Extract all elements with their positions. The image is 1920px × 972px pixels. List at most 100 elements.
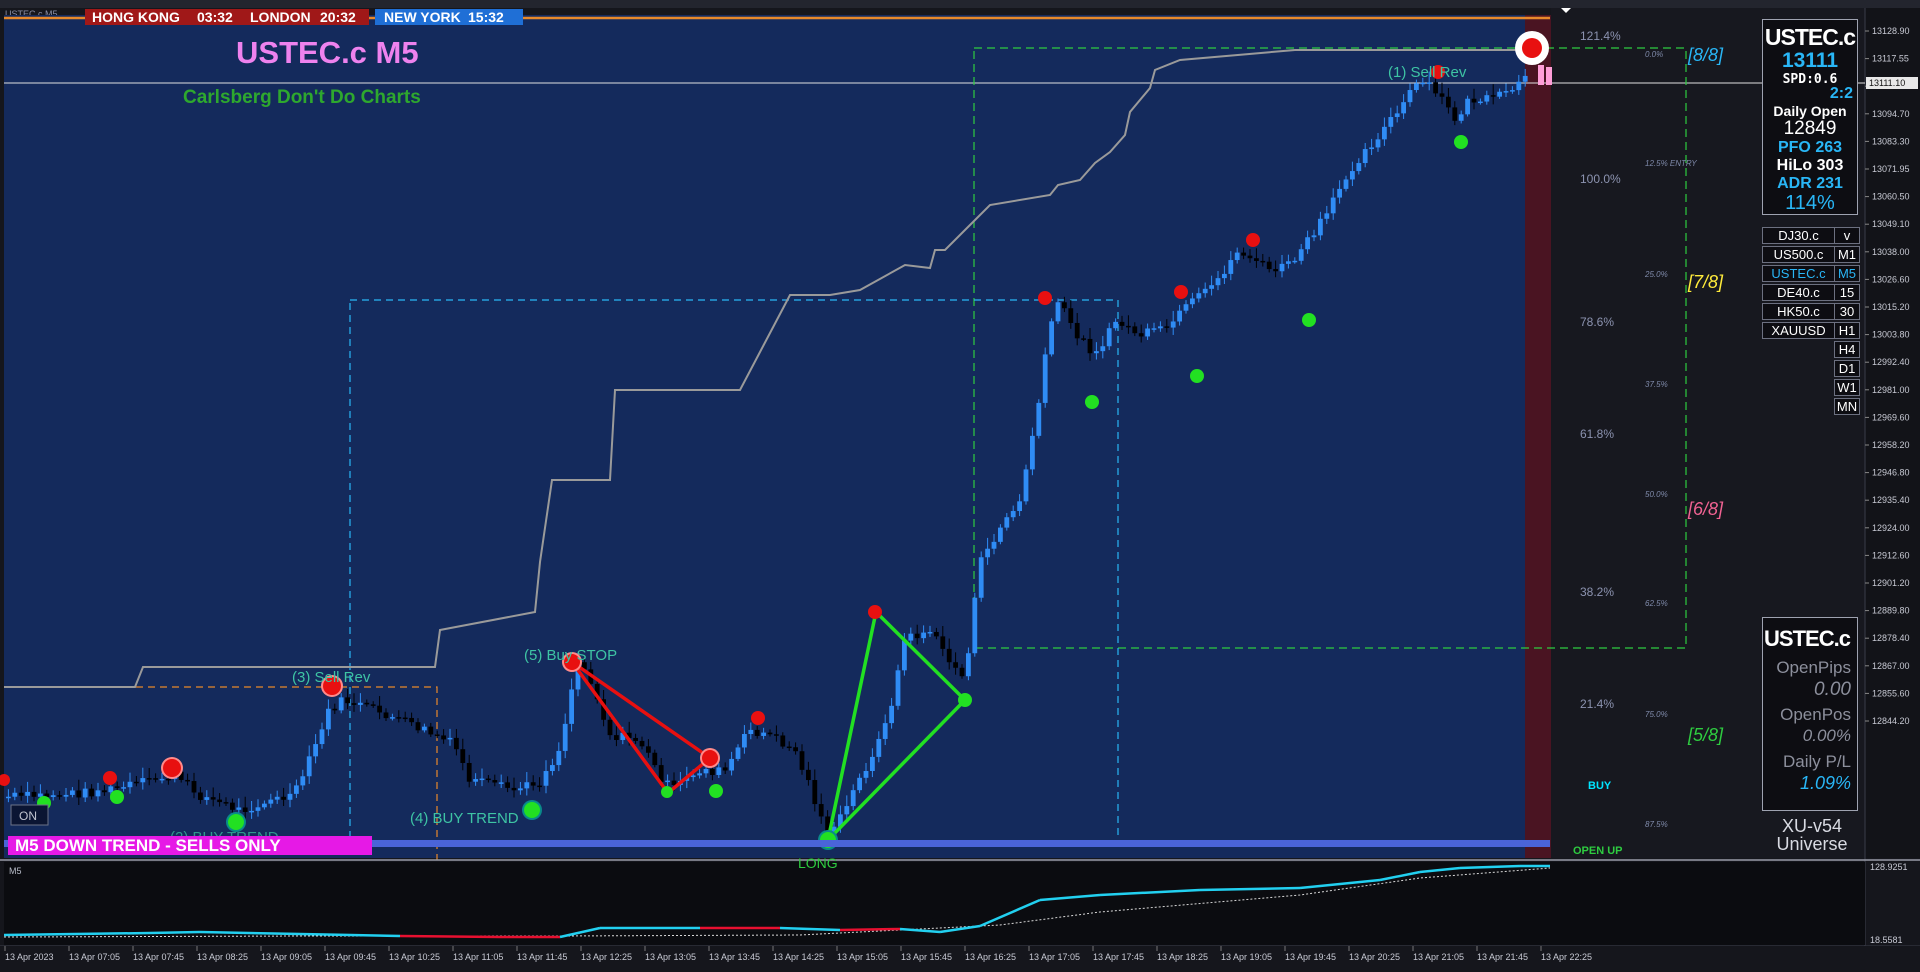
buy-label: BUY [1588,780,1612,792]
price-axis-label: 13026.60 [1872,274,1910,284]
time-axis-label: 13 Apr 14:25 [773,952,824,962]
info-daily-open: 12849 [1783,118,1837,139]
time-axis-label: 13 Apr 19:45 [1285,952,1336,962]
time-axis-label: 13 Apr 09:45 [325,952,376,962]
murrey-6-8: [6/8] [1687,499,1724,519]
timeframe-button-m5[interactable]: M5 [1834,265,1860,282]
time-axis-label: 13 Apr 07:45 [133,952,184,962]
price-axis-label: 12969.60 [1872,412,1910,422]
time-axis-label: 13 Apr 22:25 [1541,952,1592,962]
price-axis-label: 13015.20 [1872,302,1910,312]
fib-minor-label: 62.5% [1645,599,1668,608]
info-daily-open-label: Daily Open [1773,103,1847,119]
sell-signal-dot [1038,291,1052,305]
time-axis-label: 13 Apr 10:25 [389,952,440,962]
time-axis-label: 13 Apr 07:05 [69,952,120,962]
price-axis-label: 12844.20 [1872,716,1910,726]
session-newyork-time: 15:32 [468,9,504,25]
positions-panel: USTEC.c OpenPips 0.00 OpenPos 0.00% Dail… [1762,617,1858,811]
time-axis-label: 13 Apr 12:25 [581,952,632,962]
branding-line2: Universe [1776,834,1848,854]
info-symbol: USTEC.c [1764,24,1856,50]
open-pips-value: 0.00 [1814,679,1851,700]
murrey-8-8: [8/8] [1687,45,1724,65]
symbol-button-xauusd[interactable]: XAUUSD [1762,322,1835,339]
subwindow-min: 18.5581 [1870,935,1903,945]
trend-banner-text: M5 DOWN TREND - SELLS ONLY [15,836,281,855]
price-axis-label: 12946.80 [1872,468,1910,478]
annotation-long: LONG [798,855,838,871]
price-tag-text: 13111.10 [1869,78,1905,88]
buy-signal-dot [1454,135,1468,149]
sell-signal-dot [163,759,181,777]
buy-signal-dot [958,693,972,707]
fib-minor-label: 75.0% [1645,710,1668,719]
price-axis-label: 13071.95 [1872,164,1910,174]
time-axis-label: 13 Apr 2023 [5,952,54,962]
fib-minor-label: 25.0% [1644,270,1668,279]
timeframe-button-h1[interactable]: H1 [1834,322,1860,339]
branding: XU-v54 Universe [1762,817,1862,853]
price-axis-label: 13083.30 [1872,136,1910,146]
time-axis-label: 13 Apr 15:45 [901,952,952,962]
fib-minor-label: 12.5% ENTRY [1645,159,1697,168]
price-axis-label: 13128.90 [1872,26,1910,36]
symbol-list: DJ30.c US500.c USTEC.c DE40.c HK50.c XAUUSD [1762,227,1835,341]
price-axis-label: 13003.80 [1872,330,1910,340]
fib-minor-label: 50.0% [1645,490,1668,499]
chart-subtitle: Carlsberg Don't Do Charts [183,87,421,108]
timeframe-button-15[interactable]: 15 [1834,284,1860,301]
time-axis-label: 13 Apr 21:45 [1477,952,1528,962]
on-button-label: ON [19,809,37,823]
fib-minor-label: 87.5% [1645,820,1668,829]
symbol-button-dj30-c[interactable]: DJ30.c [1762,227,1835,244]
timeframe-button-d1[interactable]: D1 [1834,360,1860,377]
timeframe-button-m1[interactable]: M1 [1834,246,1860,263]
sell-signal-dot [868,605,882,619]
price-axis-label: 12867.00 [1872,661,1910,671]
open-pos-value: 0.00% [1802,726,1851,745]
timeframe-button-mn[interactable]: MN [1834,398,1860,415]
sell-signal-dot [1246,233,1260,247]
open-pos-label: OpenPos [1780,705,1851,724]
annotation-sell-rev-3: (3) Sell Rev [292,669,371,686]
timeframe-button-v[interactable]: v [1834,227,1860,244]
open-up-label: OPEN UP [1573,845,1623,857]
buy-signal-dot [110,790,124,804]
price-axis-label: 12878.40 [1872,633,1910,643]
annotation-buy-stop-5: (5) Buy STOP [524,647,617,664]
sell-signal-dot [103,771,117,785]
price-axis-label: 12912.60 [1872,550,1910,560]
price-axis-label: 12992.40 [1872,357,1910,367]
time-axis-label: 13 Apr 17:05 [1029,952,1080,962]
murrey-7-8: [7/8] [1687,272,1724,292]
time-axis-label: 13 Apr 08:25 [197,952,248,962]
time-axis-label: 13 Apr 11:45 [517,952,567,962]
symbol-button-us500-c[interactable]: US500.c [1762,246,1835,263]
info-adr: ADR 231 [1777,175,1843,192]
positions-symbol: USTEC.c [1764,626,1851,651]
future-zone [1525,15,1551,858]
daily-pl-label: Daily P/L [1782,752,1851,771]
branding-line1: XU-v54 [1781,816,1843,836]
sell-signal-dot [1174,285,1188,299]
timeframe-list: v M1 M5 15 30 H1 H4 D1 W1 MN [1834,227,1860,417]
buy-signal-dot [524,802,540,818]
symbol-button-hk50-c[interactable]: HK50.c [1762,303,1835,320]
timeframe-button-30[interactable]: 30 [1834,303,1860,320]
info-pfo: PFO 263 [1777,139,1843,156]
symbol-button-de40-c[interactable]: DE40.c [1762,284,1835,301]
murrey-5-8: [5/8] [1687,725,1724,745]
timeframe-button-w1[interactable]: W1 [1834,379,1860,396]
fib-minor-label: 37.5% [1645,380,1668,389]
buy-signal-dot [661,786,673,798]
symbol-button-ustec-c[interactable]: USTEC.c [1762,265,1835,282]
fib-minor-label: 0.0% [1645,50,1663,59]
timeframe-button-h4[interactable]: H4 [1834,341,1860,358]
time-axis-label: 13 Apr 13:45 [709,952,760,962]
fib-level-label: 100.0% [1580,172,1621,186]
info-panel: USTEC.c 13111 SPD:0.6 2:2 Daily Open 128… [1762,19,1858,215]
subwindow-max: 128.9251 [1870,862,1908,872]
buy-signal-dot [709,784,723,798]
session-hongkong-time: 03:32 [197,9,233,25]
